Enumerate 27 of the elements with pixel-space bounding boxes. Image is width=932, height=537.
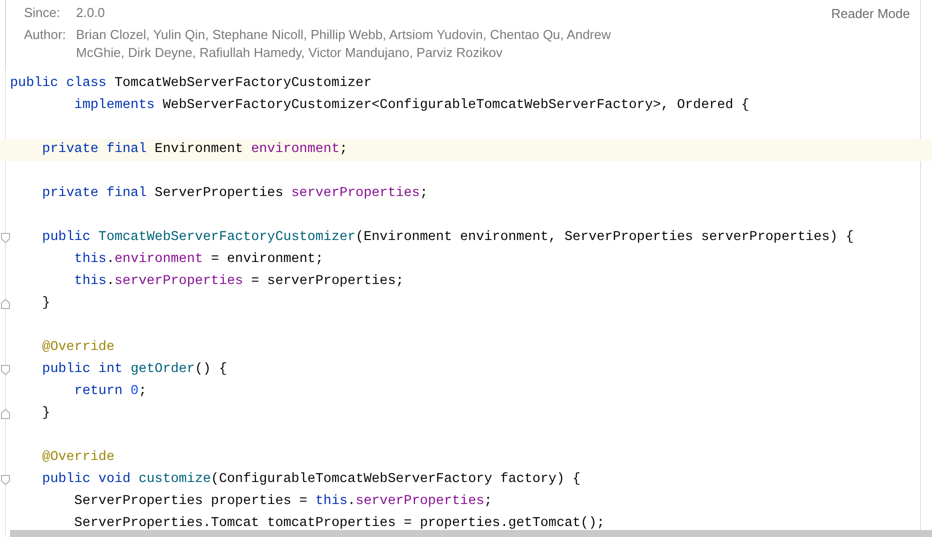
doc-label: Since: xyxy=(24,4,62,22)
fold-marker-icon[interactable] xyxy=(1,365,10,375)
code-line: public int getOrder() { xyxy=(42,362,228,377)
code-line: } xyxy=(42,296,50,311)
code-line: private final Environment environment; xyxy=(42,142,348,157)
code-line: private final ServerProperties serverProperties; xyxy=(42,186,428,201)
fold-marker-icon[interactable] xyxy=(1,409,10,419)
doc-value: 2.0.0 xyxy=(76,4,106,22)
code-line: @Override xyxy=(42,450,114,465)
code-line: ServerProperties properties = this.serverProperties; xyxy=(74,494,492,509)
reader-mode-link[interactable]: Reader Mode xyxy=(831,4,910,66)
code-line: public void customize(ConfigurableTomcatWebServerFactory factory) { xyxy=(42,472,581,487)
code-line: this.environment = environment; xyxy=(74,252,324,267)
code-line: return 0; xyxy=(74,384,147,399)
horizontal-scrollbar[interactable] xyxy=(10,530,932,537)
doc-label: Author: xyxy=(24,26,67,44)
code-line: public class TomcatWebServerFactoryCustomizer xyxy=(10,76,372,91)
code-line: } xyxy=(42,406,50,421)
code-line: @Override xyxy=(42,340,114,355)
code-line: ServerProperties.Tomcat tomcatProperties = properties.getTomcat(); xyxy=(74,516,605,531)
doc-value: Brian Clozel, Yulin Qin, Stephane Nicoll, Phillip Webb, Artsiom Yudovin, Chentao Qu, Andrew McGhie, Dirk Deyne, Rafiullah Hamedy, Victor Mandujano, Parviz Rozikov xyxy=(76,26,612,62)
fold-marker-icon[interactable] xyxy=(1,475,10,485)
code-line: implements WebServerFactoryCustomizer<ConfigurableTomcatWebServerFactory>, Ordered { xyxy=(74,98,750,113)
fold-marker-icon[interactable] xyxy=(1,233,10,243)
code-line: this.serverProperties = serverProperties; xyxy=(74,274,404,289)
fold-marker-icon[interactable] xyxy=(1,299,10,309)
code-line: public TomcatWebServerFactoryCustomizer(Environment environment, ServerProperties serverProperties) { xyxy=(42,230,854,245)
